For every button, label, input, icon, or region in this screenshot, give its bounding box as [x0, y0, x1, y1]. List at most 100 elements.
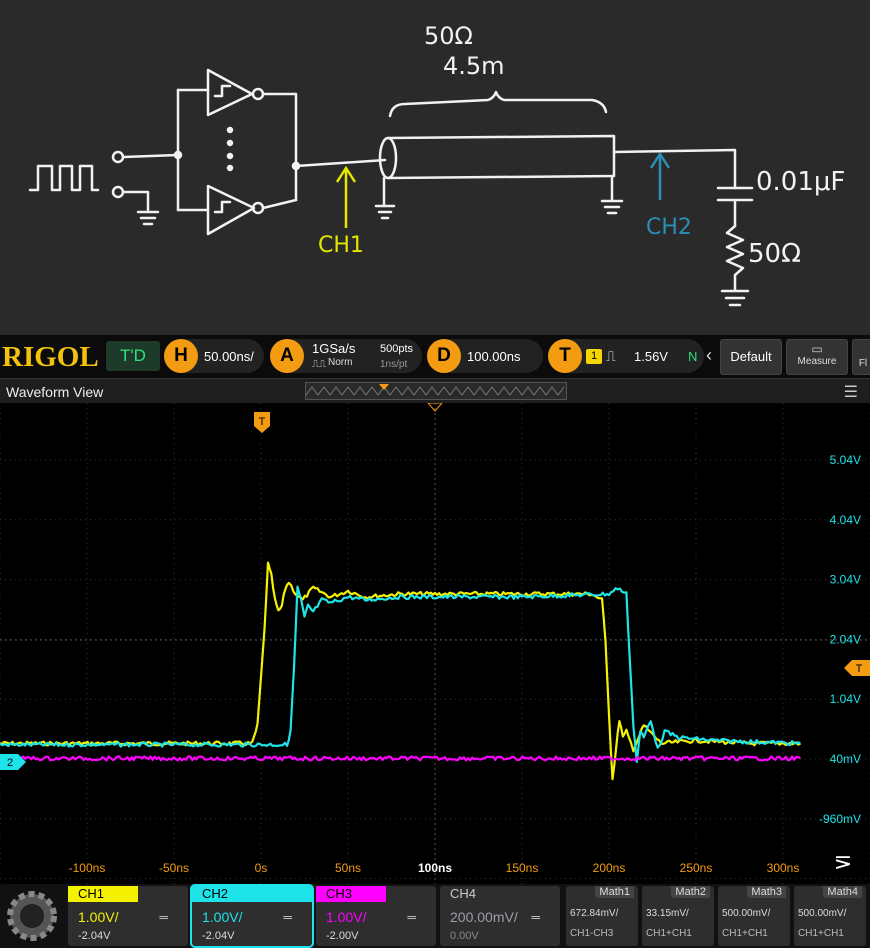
x-tick-label: 100ns: [418, 861, 452, 875]
y-tick-label: 1.04V: [830, 692, 861, 706]
memory-depth: 500pts: [380, 343, 414, 355]
trigger-source: 1: [586, 349, 602, 364]
collapse-icon[interactable]: ⋝: [834, 849, 852, 874]
ch3-name: CH3: [316, 886, 386, 902]
circuit-diagram: 50Ω 4.5m CH1 CH2 0.01μF 50Ω: [28, 22, 845, 307]
default-button[interactable]: Default: [720, 339, 782, 375]
default-label: Default: [730, 349, 772, 364]
ch4-panel[interactable]: CH4 200.00mV/ ═ 0.00V: [440, 886, 560, 946]
math1-scale: 672.84mV/: [570, 908, 619, 919]
dc-coupling-icon: ═: [407, 910, 416, 924]
horizontal-control[interactable]: H 50.00ns/: [164, 339, 264, 373]
y-tick-label: 2.04V: [830, 632, 861, 646]
trigger-position-label: T: [259, 416, 266, 428]
circuit-sketch: 50Ω 4.5m CH1 CH2 0.01μF 50Ω: [0, 0, 870, 335]
math3-scale: 500.00mV/: [722, 908, 771, 919]
math1-expr: CH1-CH3: [570, 928, 614, 939]
trigger-sweep: N: [688, 349, 698, 364]
ch4-name: CH4: [450, 886, 477, 901]
math2-panel[interactable]: Math2 33.15mV/ CH1+CH1: [642, 886, 714, 946]
td-status[interactable]: T'D: [106, 341, 160, 371]
trigger-level: 1.56V: [634, 349, 668, 364]
ch2-name: CH2: [192, 886, 312, 902]
sample-rate: 1GSa/s: [312, 341, 356, 356]
x-tick-label: 150ns: [506, 861, 539, 875]
y-tick-label: 40mV: [830, 752, 861, 766]
waveform-view-title: Waveform View: [6, 384, 104, 400]
impedance-label: 50Ω: [424, 22, 473, 50]
y-tick-label: 5.04V: [830, 453, 861, 467]
acquire-mode: Norm: [328, 357, 353, 368]
ch1-offset: -2.04V: [78, 930, 111, 942]
x-tick-label: 200ns: [593, 861, 626, 875]
ch1-panel[interactable]: CH1 1.00V/ ═ -2.04V: [68, 886, 188, 946]
x-tick-label: 250ns: [680, 861, 713, 875]
measure-label: Measure: [797, 356, 837, 367]
y-tick-label: -960mV: [819, 812, 861, 826]
measure-button[interactable]: ▭ Measure: [786, 339, 848, 375]
gear-icon[interactable]: [2, 886, 62, 946]
ch1-scale: 1.00V/: [78, 909, 119, 925]
x-tick-label: 300ns: [767, 861, 800, 875]
horizontal-scale: 50.00ns/: [204, 349, 254, 364]
dc-coupling-icon: ═: [531, 910, 540, 924]
x-axis-labels: -100ns -50ns 0s 50ns 100ns 150ns 200ns 250ns 300…: [69, 861, 800, 875]
ruler-icon: ▭: [811, 342, 823, 356]
ch1-name: CH1: [68, 886, 138, 902]
chevron-left-icon[interactable]: ‹: [706, 345, 712, 366]
math4-name: Math4: [823, 886, 862, 898]
delay-value: 100.00ns: [467, 349, 521, 364]
math4-scale: 500.00mV/: [798, 908, 847, 919]
math3-panel[interactable]: Math3 500.00mV/ CH1+CH1: [718, 886, 790, 946]
trigger-control[interactable]: T 1 ⎍ 1.56V N: [548, 339, 704, 373]
delay-control[interactable]: D 100.00ns: [427, 339, 543, 373]
ch2-scale: 1.00V/: [202, 909, 243, 925]
time-resolution: 1ns/pt: [380, 359, 408, 370]
x-tick-label: -50ns: [159, 861, 189, 875]
acquire-key: A: [270, 339, 304, 373]
more-button[interactable]: Fl: [852, 339, 870, 375]
math2-name: Math2: [671, 886, 710, 898]
y-tick-label: 4.04V: [830, 513, 861, 527]
math4-panel[interactable]: Math4 500.00mV/ CH1+CH1: [794, 886, 866, 946]
ch3-offset: -2.00V: [326, 930, 359, 942]
math1-name: Math1: [595, 886, 634, 898]
ch3-panel[interactable]: CH3 1.00V/ ═ -2.00V: [316, 886, 436, 946]
ch1-sketch-label: CH1: [318, 233, 364, 258]
scope-topbar: RIGOL T'D H 50.00ns/ A 1GSa/s 500pts ⎍⎍ …: [0, 335, 870, 378]
x-tick-label: 0s: [255, 861, 268, 875]
ch2-offset-label: 2: [7, 757, 13, 769]
math3-name: Math3: [747, 886, 786, 898]
ch2-sketch-label: CH2: [646, 215, 692, 240]
menu-icon[interactable]: ☰: [844, 382, 858, 402]
horizontal-key: H: [164, 339, 198, 373]
channel-bar: CH1 1.00V/ ═ -2.04V CH2 1.00V/ ═ -2.04V …: [0, 884, 870, 948]
x-tick-label: -100ns: [69, 861, 106, 875]
length-label: 4.5m: [443, 52, 505, 80]
dc-coupling-icon: ═: [159, 910, 168, 924]
ch3-scale: 1.00V/: [326, 909, 367, 925]
pulse-icon: ⎍⎍: [312, 359, 326, 370]
math2-expr: CH1+CH1: [646, 928, 692, 939]
trigger-level-label: T: [856, 663, 863, 675]
rising-edge-icon: ⎍: [606, 348, 616, 364]
overview-wave: [305, 384, 565, 396]
ch2-offset: -2.04V: [202, 930, 235, 942]
more-label: Fl: [858, 358, 868, 369]
math3-expr: CH1+CH1: [722, 928, 768, 939]
dc-coupling-icon: ═: [283, 910, 292, 924]
trigger-key: T: [548, 339, 582, 373]
ch4-scale: 200.00mV/: [450, 909, 518, 925]
capacitor-label: 0.01μF: [756, 167, 845, 197]
acquire-control[interactable]: A 1GSa/s 500pts ⎍⎍ Norm 1ns/pt: [270, 339, 422, 373]
y-tick-label: 3.04V: [830, 573, 861, 587]
math1-panel[interactable]: Math1 672.84mV/ CH1-CH3: [566, 886, 638, 946]
math2-scale: 33.15mV/: [646, 908, 689, 919]
ch2-panel[interactable]: CH2 1.00V/ ═ -2.04V: [190, 884, 314, 948]
memory-overview[interactable]: [305, 382, 567, 400]
waveform-area[interactable]: T T 2 5.04V 4.04V 3.04V 2.04V 1.04V 40mV -960m…: [0, 403, 870, 884]
ch4-offset: 0.00V: [450, 930, 479, 942]
x-tick-label: 50ns: [335, 861, 361, 875]
rigol-logo: RIGOL: [2, 341, 99, 373]
delay-key: D: [427, 339, 461, 373]
